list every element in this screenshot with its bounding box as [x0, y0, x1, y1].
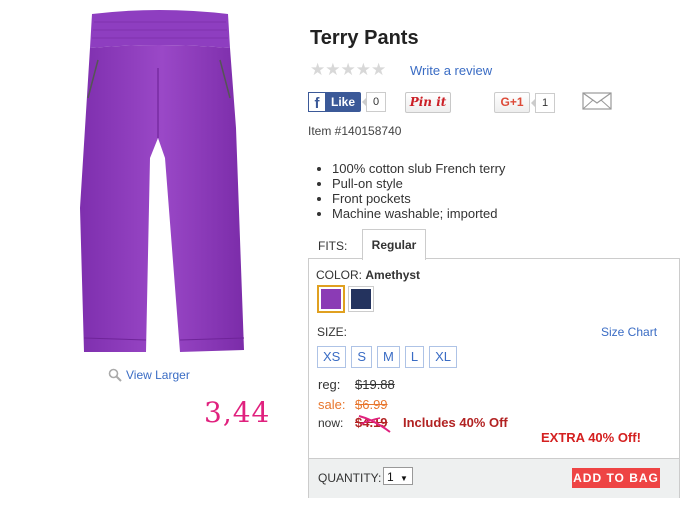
size-option-s[interactable]: S	[351, 346, 373, 368]
rating-stars[interactable]: ★★★★★	[310, 60, 386, 80]
list-item: Front pockets	[332, 191, 505, 206]
facebook-icon: f	[308, 92, 326, 112]
size-option-xl[interactable]: XL	[429, 346, 457, 368]
write-review-link[interactable]: Write a review	[410, 63, 492, 78]
quantity-value: 1	[387, 470, 394, 484]
extra-discount-note: EXTRA 40% Off!	[541, 430, 641, 445]
envelope-icon[interactable]	[582, 92, 612, 110]
tab-regular[interactable]: Regular	[362, 229, 426, 260]
now-price-label: now:	[318, 416, 344, 430]
handwritten-strike-mark	[358, 415, 391, 433]
pinterest-button[interactable]: Pin it	[405, 92, 451, 113]
handwritten-price-note: 3,44	[204, 396, 271, 429]
color-swatch-navy[interactable]	[348, 286, 374, 312]
facebook-like-label: Like	[331, 95, 356, 109]
list-item: Machine washable; imported	[332, 206, 505, 221]
magnifier-icon	[108, 368, 122, 382]
quantity-select[interactable]: 1 ▼	[383, 467, 413, 485]
size-label: SIZE:	[317, 325, 348, 339]
feature-list: 100% cotton slub French terry Pull-on st…	[312, 161, 505, 221]
google-plus-button[interactable]: G+1	[494, 92, 530, 113]
facebook-like-count: 0	[361, 92, 387, 112]
size-options: XS S M L XL	[317, 346, 457, 368]
discount-note: Includes 40% Off	[403, 415, 508, 430]
color-label-text: COLOR:	[316, 268, 363, 282]
product-image[interactable]	[70, 8, 248, 360]
size-option-m[interactable]: M	[377, 346, 400, 368]
reg-price-label: reg:	[318, 377, 341, 392]
selected-color-name: Amethyst	[365, 268, 421, 282]
color-swatch-amethyst[interactable]	[317, 285, 345, 313]
facebook-like[interactable]: f Like 0	[308, 92, 387, 112]
swatch-fill	[321, 289, 341, 309]
product-title: Terry Pants	[310, 27, 419, 49]
swatch-fill	[351, 289, 371, 309]
facebook-like-button[interactable]: f Like	[308, 92, 362, 112]
google-plus-count: 1	[530, 92, 556, 113]
size-option-xs[interactable]: XS	[317, 346, 347, 368]
view-larger-link[interactable]: View Larger	[108, 368, 190, 382]
fits-label: FITS:	[318, 239, 348, 253]
google-plus[interactable]: G+1 1	[494, 92, 556, 113]
list-item: 100% cotton slub French terry	[332, 161, 505, 176]
quantity-label: QUANTITY:	[318, 471, 382, 485]
chevron-down-icon: ▼	[400, 474, 408, 483]
item-number: Item #140158740	[308, 124, 402, 138]
list-item: Pull-on style	[332, 176, 505, 191]
add-to-bag-button[interactable]: ADD TO BAG	[572, 468, 660, 488]
reg-price: $19.88	[355, 377, 395, 392]
size-chart-link[interactable]: Size Chart	[601, 325, 657, 339]
sale-price-label: sale:	[318, 397, 346, 412]
view-larger-label[interactable]: View Larger	[126, 368, 190, 382]
color-label: COLOR: Amethyst	[316, 268, 420, 282]
size-option-l[interactable]: L	[404, 346, 425, 368]
